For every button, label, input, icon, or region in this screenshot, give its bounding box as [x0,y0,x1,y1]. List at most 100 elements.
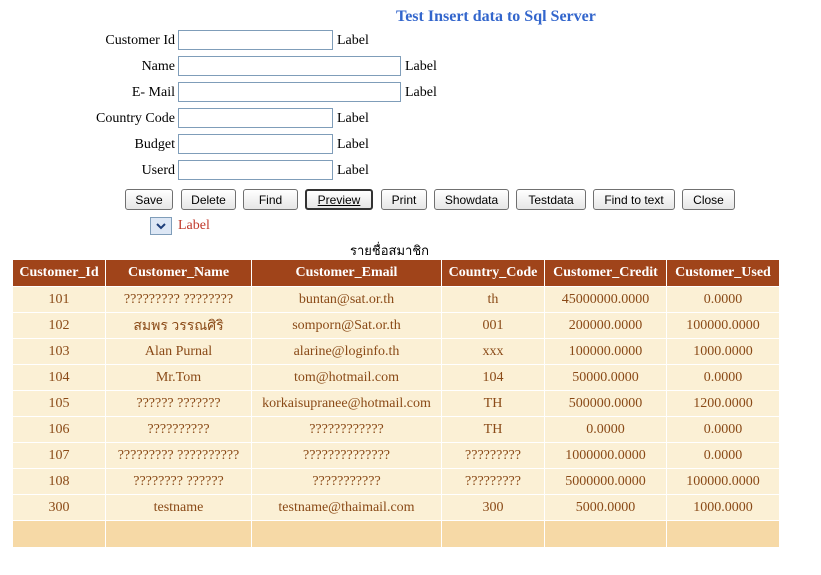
cell-country-code: 300 [441,494,545,521]
cell-customer-id: 108 [12,468,106,495]
cell-country-code: TH [441,416,545,443]
testdata-button-label: Testdata [528,192,574,207]
cell-customer-credit: 5000000.0000 [544,468,667,495]
cell-customer-id: 105 [12,390,106,417]
cell-customer-used: 0.0000 [666,416,780,443]
find-button-label: Find [258,192,283,207]
showdata-button[interactable]: Showdata [434,189,509,210]
cell-customer-id: 106 [12,416,106,443]
find-to-text-button[interactable]: Find to text [593,189,675,210]
table-row[interactable]: 106 ?????????? ???????????? TH 0.0000 0.… [12,416,780,443]
cell-customer-name: testname [105,494,252,521]
showdata-button-label: Showdata [444,192,499,207]
save-button-label: Save [135,192,163,207]
customer-table: Customer_Id Customer_Name Customer_Email… [12,259,780,548]
cell-customer-email: tom@hotmail.com [251,364,442,391]
cell-customer-email: alarine@loginfo.th [251,338,442,365]
userd-input[interactable] [178,160,333,180]
cell-customer-name: Alan Purnal [105,338,252,365]
save-button[interactable]: Save [125,189,173,210]
cell-customer-credit: 50000.0000 [544,364,667,391]
customer-id-label: Customer Id [105,33,175,48]
cell-customer-id: 107 [12,442,106,469]
cell-customer-used: 1200.0000 [666,390,780,417]
customer-id-input[interactable] [178,30,333,50]
print-button-label: Print [391,192,417,207]
name-side-label: Label [405,59,437,74]
col-header-customer-credit[interactable]: Customer_Credit [544,259,667,287]
email-input[interactable] [178,82,401,102]
cell-country-code: xxx [441,338,545,365]
dropdown-select[interactable] [150,217,172,235]
userd-label: Userd [141,163,175,178]
table-row[interactable]: 102 สมพร วรรณศิริ somporn@Sat.or.th 001 … [12,312,780,339]
budget-side-label: Label [337,137,369,152]
cell-customer-id: 104 [12,364,106,391]
cell-customer-id: 103 [12,338,106,365]
budget-input[interactable] [178,134,333,154]
testdata-button[interactable]: Testdata [516,189,586,210]
table-row[interactable]: 300 testname testname@thaimail.com 300 5… [12,494,780,521]
country-code-label: Country Code [96,111,175,126]
col-header-country-code[interactable]: Country_Code [441,259,545,287]
cell-customer-credit: 1000000.0000 [544,442,667,469]
table-row[interactable]: 107 ????????? ?????????? ?????????????? … [12,442,780,469]
table-header-row: Customer_Id Customer_Name Customer_Email… [12,259,780,287]
delete-button[interactable]: Delete [181,189,236,210]
cell-country-code: 001 [441,312,545,339]
cell-customer-id: 300 [12,494,106,521]
find-to-text-button-label: Find to text [604,192,664,207]
table-row[interactable]: 103 Alan Purnal alarine@loginfo.th xxx 1… [12,338,780,365]
cell-customer-email: buntan@sat.or.th [251,286,442,313]
cell-customer-email: testname@thaimail.com [251,494,442,521]
close-button[interactable]: Close [682,189,735,210]
country-code-input[interactable] [178,108,333,128]
cell-customer-used: 100000.0000 [666,468,780,495]
cell-customer-credit: 45000000.0000 [544,286,667,313]
country-code-side-label: Label [337,111,369,126]
cell-customer-name: ?????????? [105,416,252,443]
cell-customer-credit: 5000.0000 [544,494,667,521]
print-button[interactable]: Print [381,189,427,210]
table-row[interactable]: 104 Mr.Tom tom@hotmail.com 104 50000.000… [12,364,780,391]
col-header-customer-email[interactable]: Customer_Email [251,259,442,287]
table-footer-row [12,520,780,548]
find-button[interactable]: Find [243,189,298,210]
cell-customer-email: ??????????? [251,468,442,495]
close-button-label: Close [693,192,724,207]
cell-customer-used: 1000.0000 [666,338,780,365]
col-header-customer-name[interactable]: Customer_Name [105,259,252,287]
cell-country-code: TH [441,390,545,417]
cell-customer-email: somporn@Sat.or.th [251,312,442,339]
cell-customer-credit: 200000.0000 [544,312,667,339]
cell-customer-credit: 100000.0000 [544,338,667,365]
cell-customer-used: 0.0000 [666,364,780,391]
cell-customer-credit: 0.0000 [544,416,667,443]
cell-country-code: 104 [441,364,545,391]
cell-customer-name: ???????? ?????? [105,468,252,495]
dropdown-label: Label [178,218,210,233]
cell-customer-credit: 500000.0000 [544,390,667,417]
table-row[interactable]: 105 ?????? ??????? korkaisupranee@hotmai… [12,390,780,417]
cell-customer-used: 0.0000 [666,442,780,469]
col-header-customer-id[interactable]: Customer_Id [12,259,106,287]
email-side-label: Label [405,85,437,100]
name-input[interactable] [178,56,401,76]
table-row[interactable]: 101 ????????? ???????? buntan@sat.or.th … [12,286,780,313]
preview-button[interactable]: Preview [305,189,373,210]
cell-customer-name: ????????? ???????? [105,286,252,313]
cell-customer-name: ????????? ?????????? [105,442,252,469]
cell-country-code: ????????? [441,468,545,495]
userd-side-label: Label [337,163,369,178]
cell-customer-id: 102 [12,312,106,339]
customer-id-side-label: Label [337,33,369,48]
table-row[interactable]: 108 ???????? ?????? ??????????? ????????… [12,468,780,495]
cell-customer-used: 100000.0000 [666,312,780,339]
cell-customer-email: ???????????? [251,416,442,443]
cell-customer-name: Mr.Tom [105,364,252,391]
col-header-customer-used[interactable]: Customer_Used [666,259,780,287]
cell-customer-email: korkaisupranee@hotmail.com [251,390,442,417]
email-label: E- Mail [131,85,175,100]
preview-button-label: Preview [317,192,361,207]
cell-customer-email: ?????????????? [251,442,442,469]
